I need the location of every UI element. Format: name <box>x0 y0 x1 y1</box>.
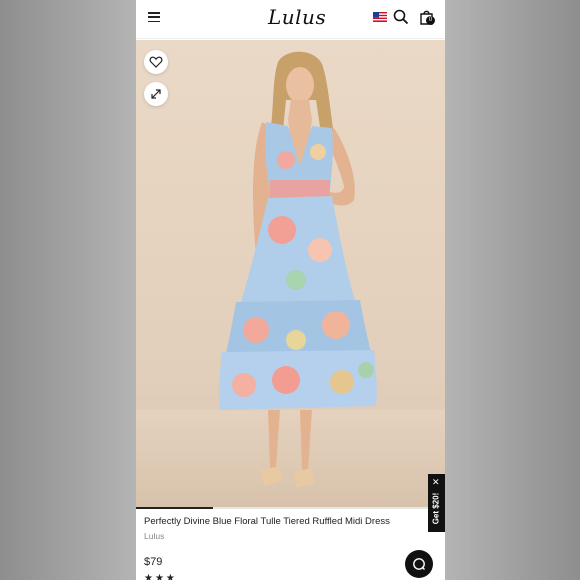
blurred-right-margin <box>445 0 580 580</box>
cart-count-badge: 0 <box>426 16 435 25</box>
search-icon[interactable] <box>393 9 409 25</box>
brand-logo[interactable]: Lulus <box>268 5 326 29</box>
model-illustration <box>136 51 445 508</box>
product-title: Perfectly Divine Blue Floral Tulle Tiere… <box>144 516 390 527</box>
chat-icon <box>413 558 425 570</box>
blurred-left-margin <box>0 0 136 580</box>
image-carousel-progress-fill <box>136 507 214 509</box>
chat-button[interactable] <box>405 550 433 578</box>
product-brand[interactable]: Lulus <box>144 531 164 541</box>
product-price: $79 <box>144 556 163 568</box>
us-flag-icon[interactable] <box>373 12 387 22</box>
image-carousel-progress <box>136 507 445 509</box>
expand-image-button[interactable] <box>144 82 168 106</box>
heart-icon <box>149 56 163 68</box>
rating-stars[interactable]: ★★★ <box>144 573 177 580</box>
menu-icon[interactable] <box>148 12 160 23</box>
phone-screen: Lulus 0 ✕ Get $20! Perfectly Divine Blue… <box>136 0 445 580</box>
favorite-button[interactable] <box>144 50 168 74</box>
top-navigation-bar: Lulus 0 <box>136 0 445 39</box>
expand-icon <box>151 89 161 99</box>
product-image[interactable] <box>136 40 445 508</box>
